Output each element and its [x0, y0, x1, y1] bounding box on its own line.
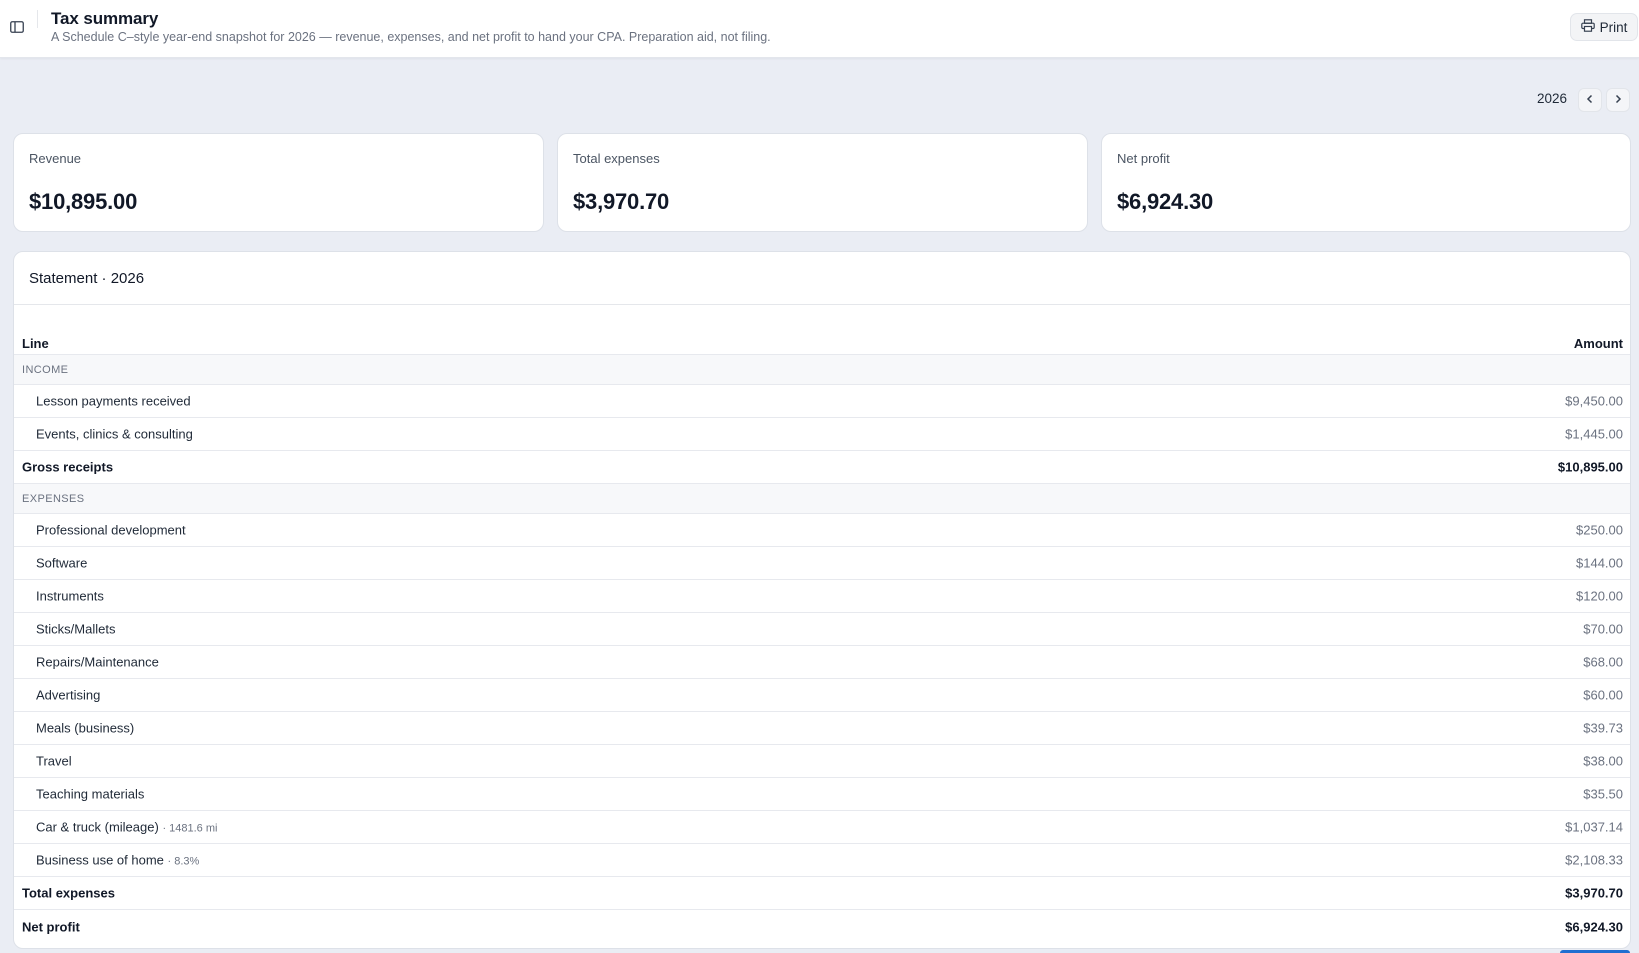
table-row: Travel $38.00 [14, 745, 1630, 778]
page-subtitle: A Schedule C–style year-end snapshot for… [51, 30, 771, 44]
line-label: Teaching materials [36, 786, 145, 802]
gross-receipts-label: Gross receipts [22, 459, 114, 475]
net-profit-card: Net profit $6,924.30 [1101, 133, 1631, 232]
line-label: Software [36, 555, 88, 571]
print-label: Print [1599, 19, 1628, 35]
line-label: Events, clinics & consulting [36, 426, 193, 442]
chevron-right-icon [1614, 91, 1622, 109]
statement-header: Statement · 2026 [14, 252, 1630, 305]
table-row: Business use of home · 8.3% $2,108.33 [14, 844, 1630, 877]
sidebar-toggle-icon[interactable] [8, 18, 26, 36]
total-expenses-label: Total expenses [22, 885, 115, 901]
table-row: Instruments $120.00 [14, 580, 1630, 613]
total-expenses-amount: $3,970.70 [1565, 885, 1623, 901]
line-label: Travel [36, 753, 72, 769]
gross-receipts-amount: $10,895.00 [1557, 459, 1623, 475]
line-amount: $1,445.00 [1565, 426, 1623, 442]
next-year-button[interactable] [1606, 88, 1630, 112]
net-profit-row: Net profit $6,924.30 [14, 910, 1630, 943]
line-label: Lesson payments received [36, 393, 191, 409]
previous-year-button[interactable] [1578, 88, 1602, 112]
line-label-with-note: Car & truck (mileage) · 1481.6 mi [36, 820, 217, 835]
line-amount: $9,450.00 [1565, 393, 1623, 409]
line-label: Meals (business) [36, 720, 135, 736]
gross-receipts-row: Gross receipts $10,895.00 [14, 451, 1630, 484]
income-section-label: INCOME [22, 363, 69, 376]
header-divider [37, 10, 38, 28]
statement-title: Statement · 2026 [29, 270, 145, 287]
column-header-line: Line [22, 336, 49, 351]
home-use-note: · 8.3% [167, 855, 200, 868]
revenue-card-value: $10,895.00 [29, 189, 138, 214]
net-profit-card-label: Net profit [1117, 151, 1170, 166]
table-row: Software $144.00 [14, 547, 1630, 580]
line-label: Professional development [36, 522, 186, 538]
table-row: Lesson payments received $9,450.00 [14, 385, 1630, 418]
line-amount: $39.73 [1583, 720, 1623, 736]
net-profit-label: Net profit [22, 919, 80, 934]
line-amount: $60.00 [1583, 687, 1623, 703]
line-amount: $2,108.33 [1565, 852, 1623, 868]
table-row: Repairs/Maintenance $68.00 [14, 646, 1630, 679]
total-expenses-card-value: $3,970.70 [573, 189, 670, 214]
line-amount: $250.00 [1576, 522, 1623, 538]
line-label: Sticks/Mallets [36, 621, 116, 637]
line-label: Advertising [36, 687, 101, 703]
print-button[interactable]: Print [1570, 13, 1638, 41]
printer-icon [1580, 19, 1595, 35]
line-label: Repairs/Maintenance [36, 654, 159, 670]
table-row: Sticks/Mallets $70.00 [14, 613, 1630, 646]
chevron-left-icon [1586, 91, 1594, 109]
line-amount: $144.00 [1576, 555, 1623, 571]
total-expenses-row: Total expenses $3,970.70 [14, 877, 1630, 910]
line-label: Instruments [36, 588, 104, 604]
line-label: Business use of home [36, 852, 164, 868]
table-row: Teaching materials $35.50 [14, 778, 1630, 811]
line-label-with-note: Business use of home · 8.3% [36, 853, 199, 868]
net-profit-amount: $6,924.30 [1565, 919, 1623, 934]
revenue-card-label: Revenue [29, 151, 82, 166]
top-bar: Tax summary A Schedule C–style year-end … [0, 0, 1639, 58]
total-expenses-card-label: Total expenses [573, 151, 660, 166]
statement-panel: Statement · 2026 Line Amount INCOME Less… [13, 251, 1631, 949]
total-expenses-card: Total expenses $3,970.70 [557, 133, 1088, 232]
net-profit-card-value: $6,924.30 [1117, 189, 1214, 214]
table-row: Advertising $60.00 [14, 679, 1630, 712]
column-header-amount: Amount [1573, 336, 1623, 351]
year-label: 2026 [1537, 91, 1568, 106]
income-section-row: INCOME [14, 355, 1630, 385]
table-row: Professional development $250.00 [14, 514, 1630, 547]
table-header-row: Line Amount [14, 305, 1630, 355]
expenses-section-label: EXPENSES [22, 492, 85, 505]
expenses-section-row: EXPENSES [14, 484, 1630, 514]
mileage-note: · 1481.6 mi [162, 822, 218, 835]
line-amount: $1,037.14 [1565, 819, 1623, 835]
line-amount: $120.00 [1576, 588, 1623, 604]
line-amount: $68.00 [1583, 654, 1623, 670]
line-amount: $38.00 [1583, 753, 1623, 769]
revenue-card: Revenue $10,895.00 [13, 133, 544, 232]
line-label: Car & truck (mileage) [36, 819, 159, 835]
table-row: Meals (business) $39.73 [14, 712, 1630, 745]
table-row: Car & truck (mileage) · 1481.6 mi $1,037… [14, 811, 1630, 844]
page-title: Tax summary [51, 9, 159, 28]
line-amount: $70.00 [1583, 621, 1623, 637]
line-amount: $35.50 [1583, 786, 1623, 802]
table-row: Events, clinics & consulting $1,445.00 [14, 418, 1630, 451]
